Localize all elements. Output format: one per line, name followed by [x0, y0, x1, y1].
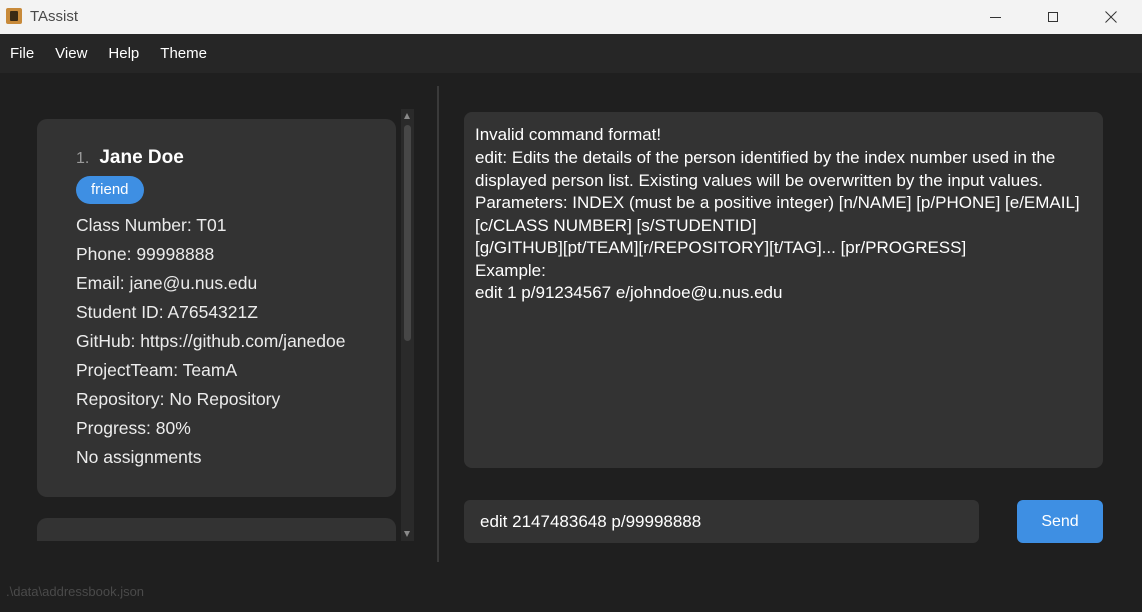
- result-line: displayed person list. Existing values w…: [475, 171, 1043, 190]
- result-line: edit 1 p/91234567 e/johndoe@u.nus.edu: [475, 283, 783, 302]
- person-card[interactable]: [37, 518, 396, 541]
- maximize-button[interactable]: [1024, 0, 1082, 34]
- result-line: edit: Edits the details of the person id…: [475, 148, 1056, 167]
- menu-bar: File View Help Theme: [0, 34, 1142, 73]
- pane-divider[interactable]: [437, 86, 439, 562]
- scroll-down-icon[interactable]: [404, 531, 410, 537]
- email: Email: jane@u.nus.edu: [76, 273, 258, 293]
- result-line: Parameters: INDEX (must be a positive in…: [475, 193, 1080, 212]
- phone: Phone: 99998888: [76, 244, 215, 264]
- status-bar-file-path: .\data\addressbook.json: [6, 584, 145, 599]
- person-list-panel: 1. Jane Doe friend Class Number: T01 Pho…: [0, 73, 437, 563]
- menu-theme[interactable]: Theme: [150, 45, 218, 62]
- person-card-header: 1. Jane Doe: [76, 147, 184, 169]
- person-name: Jane Doe: [99, 147, 184, 168]
- title-bar: TAssist: [0, 0, 1142, 34]
- assignments: No assignments: [76, 447, 202, 467]
- close-button[interactable]: [1082, 0, 1140, 34]
- person-index: 1.: [76, 150, 90, 167]
- menu-file[interactable]: File: [0, 45, 45, 62]
- student-id: Student ID: A7654321Z: [76, 302, 258, 322]
- scroll-up-icon[interactable]: [404, 113, 410, 119]
- tag-badge: friend: [76, 176, 144, 204]
- app-icon: [6, 8, 22, 24]
- repository: Repository: No Repository: [76, 389, 281, 409]
- person-card[interactable]: 1. Jane Doe friend Class Number: T01 Pho…: [37, 119, 396, 497]
- command-input[interactable]: [464, 500, 979, 543]
- send-button[interactable]: Send: [1017, 500, 1103, 543]
- window-title: TAssist: [30, 8, 79, 25]
- scroll-thumb[interactable]: [404, 125, 411, 341]
- close-icon: [1105, 11, 1117, 23]
- github: GitHub: https://github.com/janedoe: [76, 331, 346, 351]
- list-scrollbar[interactable]: [401, 109, 414, 541]
- result-display: Invalid command format! edit: Edits the …: [464, 112, 1103, 468]
- person-list[interactable]: 1. Jane Doe friend Class Number: T01 Pho…: [37, 113, 399, 541]
- result-line: Invalid command format!: [475, 125, 662, 144]
- result-line: [g/GITHUB][pt/TEAM][r/REPOSITORY][t/TAG]…: [475, 238, 967, 257]
- result-line: [c/CLASS NUMBER] [s/STUDENTID]: [475, 216, 757, 235]
- result-line: Example:: [475, 261, 546, 280]
- menu-help[interactable]: Help: [98, 45, 150, 62]
- minimize-icon: [989, 16, 1001, 18]
- menu-view[interactable]: View: [45, 45, 98, 62]
- progress: Progress: 80%: [76, 418, 191, 438]
- minimize-button[interactable]: [966, 0, 1024, 34]
- class-number: Class Number: T01: [76, 215, 227, 235]
- maximize-icon: [1048, 12, 1058, 22]
- project-team: ProjectTeam: TeamA: [76, 360, 238, 380]
